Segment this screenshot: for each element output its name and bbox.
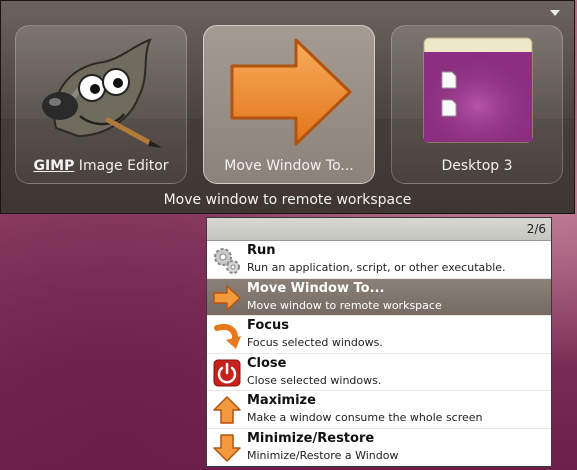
- action-row-run[interactable]: Run Run an application, script, or other…: [207, 241, 551, 279]
- item-tile-gimp[interactable]: GIMP Image Editor: [15, 25, 187, 184]
- target-tile-desktop[interactable]: Desktop 3: [391, 25, 563, 184]
- action-title: Move Window To...: [247, 280, 385, 296]
- desktop-workspace-icon: [423, 37, 533, 143]
- action-description: Focus selected windows.: [247, 336, 383, 349]
- action-description: Make a window consume the whole screen: [247, 411, 483, 424]
- status-description: Move window to remote workspace: [163, 192, 412, 208]
- action-description: Move window to remote workspace: [247, 298, 442, 312]
- action-title: Maximize: [247, 393, 316, 408]
- tile-label: GIMP Image Editor: [33, 158, 169, 174]
- action-list-window: 2/6 Run Run an application, script, or o…: [206, 217, 552, 467]
- action-title: Run: [247, 243, 276, 258]
- action-title: Focus: [247, 318, 289, 333]
- arrow-down-icon: [213, 433, 241, 462]
- action-description: Minimize/Restore a Window: [247, 448, 399, 462]
- gears-icon: [214, 248, 240, 274]
- gimp-wilber-icon: [42, 38, 162, 148]
- chevron-down-icon[interactable]: [550, 10, 560, 16]
- action-title: Close: [247, 355, 287, 371]
- curved-arrow-icon: [214, 324, 241, 349]
- action-row-move-window[interactable]: Move Window To... Move window to remote …: [207, 278, 551, 316]
- launcher-bar: GIMP Image Editor Move Window To... Desk…: [0, 0, 575, 214]
- action-row-focus[interactable]: Focus Focus selected windows.: [207, 316, 551, 354]
- action-description: Close selected windows.: [247, 373, 382, 387]
- tile-label: Desktop 3: [441, 158, 513, 174]
- power-icon: [213, 359, 241, 386]
- arrow-up-icon: [213, 396, 241, 424]
- action-description: Run an application, script, or other exe…: [247, 261, 506, 274]
- action-title: Minimize/Restore: [247, 430, 375, 446]
- list-header: 2/6: [207, 218, 551, 241]
- result-counter: 2/6: [526, 222, 546, 236]
- action-row-close[interactable]: Close Close selected windows.: [207, 354, 551, 391]
- tile-label: Move Window To...: [224, 158, 354, 174]
- arrow-right-icon: [213, 284, 241, 311]
- action-tile-move-window[interactable]: Move Window To...: [203, 25, 375, 184]
- action-row-maximize[interactable]: Maximize Make a window consume the whole…: [207, 391, 551, 429]
- arrow-right-icon: [230, 38, 352, 146]
- action-row-minimize[interactable]: Minimize/Restore Minimize/Restore a Wind…: [207, 429, 551, 467]
